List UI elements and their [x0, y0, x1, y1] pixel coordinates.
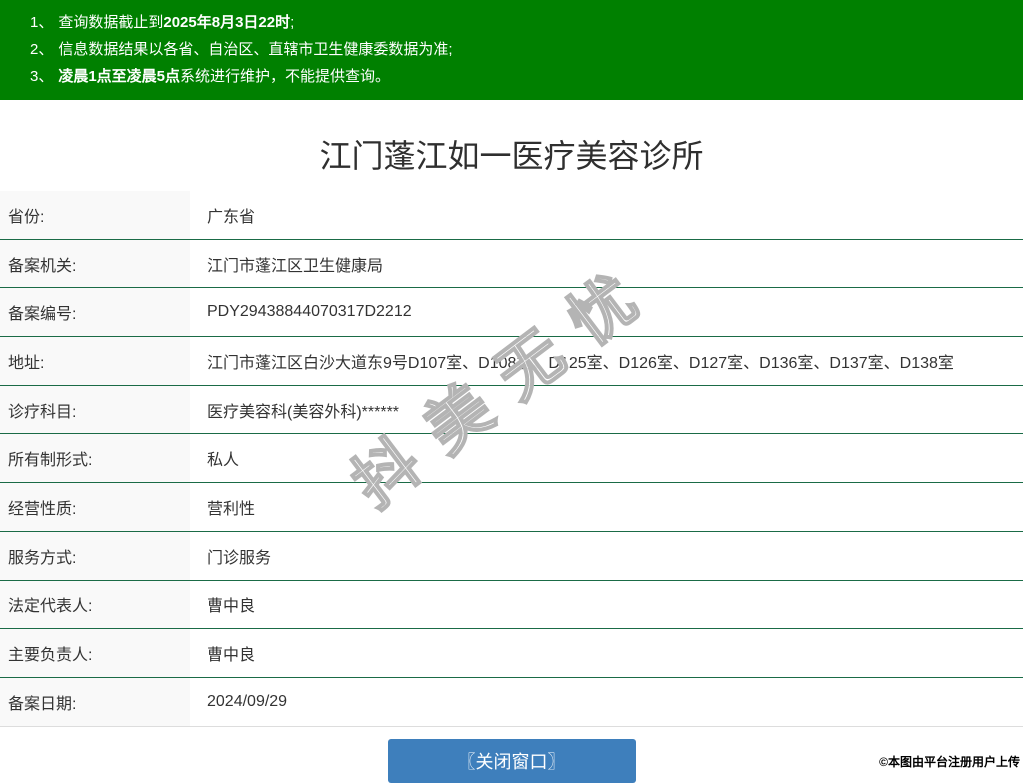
notice-line-2: 2、 信息数据结果以各省、自治区、直辖市卫生健康委数据为准; — [30, 36, 1013, 63]
table-row-ownership-form: 所有制形式: 私人 — [0, 434, 1023, 484]
table-row-principal: 主要负责人: 曹中良 — [0, 629, 1023, 678]
row-label: 经营性质: — [0, 483, 190, 531]
table-row-service-mode: 服务方式: 门诊服务 — [0, 531, 1023, 581]
table-row-operating-nature: 经营性质: 营利性 — [0, 483, 1023, 532]
notice-bar: 1、 查询数据截止到2025年8月3日22时; 2、 信息数据结果以各省、自治区、直… — [0, 0, 1023, 100]
row-value: 医疗美容科(美容外科)****** — [207, 403, 400, 421]
row-value: 江门市蓬江区卫生健康局 — [207, 257, 384, 275]
notice-number: 3、 — [30, 68, 54, 85]
row-label: 备案机关: — [0, 239, 190, 288]
row-value: PDY29438844070317D2212 — [207, 303, 412, 321]
row-value: 2024/09/29 — [207, 692, 288, 710]
row-value: 曹中良 — [207, 647, 256, 665]
notice-text-bold: 2025年8月3日22时 — [163, 14, 291, 31]
table-row-filing-authority: 备案机关: 江门市蓬江区卫生健康局 — [0, 239, 1023, 289]
row-value: 广东省 — [207, 208, 256, 226]
notice-line-3: 3、 凌晨1点至凌晨5点系统进行维护，不能提供查询。 — [30, 63, 1013, 90]
close-window-button[interactable]: 〖关闭窗口〗 — [387, 738, 636, 783]
row-value: 门诊服务 — [207, 549, 272, 567]
row-label: 服务方式: — [0, 531, 190, 580]
row-value: 私人 — [207, 452, 240, 470]
row-value: 营利性 — [207, 500, 256, 518]
row-label: 备案编号: — [0, 288, 190, 337]
row-value: 江门市蓬江区白沙大道东9号D107室、D108室、D125室、D126室、D12… — [207, 354, 954, 372]
table-row-province: 省份: 广东省 — [0, 191, 1023, 240]
page-title: 江门蓬江如一医疗美容诊所 — [319, 138, 704, 174]
row-label: 法定代表人: — [0, 580, 190, 629]
row-label: 地址: — [0, 337, 190, 385]
footer-upload-note: ©本图由平台注册用户上传 — [879, 755, 1020, 769]
row-label: 备案日期: — [0, 677, 190, 726]
row-label: 诊疗科目: — [0, 385, 190, 434]
notice-text-bold: 凌晨1点至凌晨5点 — [58, 68, 181, 85]
table-row-filing-date: 备案日期: 2024/09/29 — [0, 677, 1023, 727]
row-value: 曹中良 — [207, 598, 256, 616]
table-row-address: 地址: 江门市蓬江区白沙大道东9号D107室、D108室、D125室、D126室… — [0, 337, 1023, 386]
button-row: 〖关闭窗口〗 — [0, 738, 1023, 783]
record-table: 省份: 广东省 备案机关: 江门市蓬江区卫生健康局 备案编号: PDY29438… — [0, 191, 1023, 727]
notice-text: 信息数据结果以各省、自治区、直辖市卫生健康委数据为准; — [58, 41, 453, 58]
notice-text: 查询数据截止到 — [58, 14, 164, 31]
row-label: 所有制形式: — [0, 434, 190, 483]
notice-text: 系统进行维护，不能提供查询。 — [180, 68, 391, 85]
notice-text: ; — [290, 14, 295, 31]
notice-line-1: 1、 查询数据截止到2025年8月3日22时; — [30, 9, 1013, 36]
table-row-treatment-subjects: 诊疗科目: 医疗美容科(美容外科)****** — [0, 385, 1023, 435]
row-label: 主要负责人: — [0, 629, 190, 677]
row-label: 省份: — [0, 191, 190, 239]
table-row-filing-number: 备案编号: PDY29438844070317D2212 — [0, 288, 1023, 338]
table-row-legal-representative: 法定代表人: 曹中良 — [0, 580, 1023, 630]
notice-number: 1、 — [30, 14, 54, 31]
notice-number: 2、 — [30, 41, 54, 58]
